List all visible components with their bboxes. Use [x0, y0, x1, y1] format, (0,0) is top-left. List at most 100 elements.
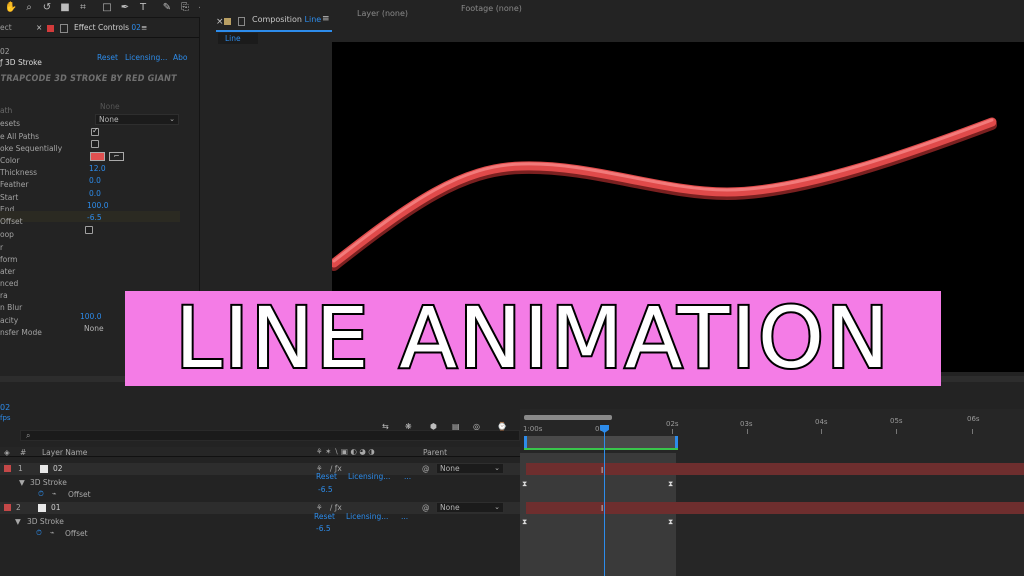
work-area-range[interactable]: [524, 436, 678, 448]
ruler-label: 06s: [967, 415, 980, 423]
keyframe-icon[interactable]: ⧗: [668, 517, 673, 527]
parent-dropdown[interactable]: None ⌄: [436, 502, 504, 513]
effect-name[interactable]: 3D Stroke: [30, 478, 67, 487]
transfer-mode-value[interactable]: None: [84, 324, 104, 333]
lock-icon[interactable]: [238, 17, 245, 26]
opacity-value[interactable]: 100.0: [80, 312, 101, 321]
end-value[interactable]: 100.0: [87, 201, 108, 210]
layer-name[interactable]: 01: [51, 503, 61, 512]
zoom-tool-icon[interactable]: ⌕: [22, 2, 36, 14]
licensing-link[interactable]: Licensing...: [125, 53, 167, 62]
track-area[interactable]: 1:00s 01s 02s 03s 04s 05s 06s ⧗ ⧗ ⧗ ⧗ I …: [520, 409, 1024, 576]
project-tab-label[interactable]: ect: [0, 23, 12, 32]
advanced-label[interactable]: nced: [0, 279, 18, 288]
motion-blur-label[interactable]: n Blur: [0, 303, 22, 312]
keyframe-icon[interactable]: ⧗: [522, 517, 527, 527]
pen-tool-icon[interactable]: ✒: [118, 2, 132, 14]
type-tool-icon[interactable]: T: [136, 2, 150, 14]
keyframe-marker-icon[interactable]: I: [601, 504, 603, 513]
camera-tool-icon[interactable]: ■: [58, 2, 72, 14]
layer-tab[interactable]: Layer (none): [357, 9, 408, 18]
stopwatch-icon[interactable]: ⏱: [38, 489, 44, 499]
draft-3d-icon[interactable]: ❋: [405, 422, 412, 431]
brush-tool-icon[interactable]: ✎: [160, 2, 174, 14]
offset-value[interactable]: -6.5: [87, 213, 102, 222]
shy-icon[interactable]: ⬢: [430, 422, 437, 431]
current-time-indicator[interactable]: [604, 429, 605, 576]
feather-value[interactable]: 0.0: [89, 176, 101, 185]
effect-expand-arrow[interactable]: ▼: [15, 517, 21, 526]
stopwatch-icon[interactable]: ⏱: [36, 528, 42, 538]
start-value[interactable]: 0.0: [89, 189, 101, 198]
ruler-label: 05s: [890, 417, 903, 425]
reset-link[interactable]: Reset: [97, 53, 118, 62]
pickwhip-icon[interactable]: @: [422, 464, 430, 473]
use-all-paths-checkbox[interactable]: [91, 126, 99, 136]
frame-blending-icon[interactable]: ▤: [452, 422, 460, 431]
effect-reset[interactable]: Reset: [314, 512, 335, 521]
effect-controls-tab-strip: ect × Effect Controls 02 ≡: [0, 18, 199, 38]
stroke-sequentially-checkbox[interactable]: [91, 140, 99, 148]
loop-checkbox[interactable]: [85, 226, 93, 234]
effect-controls-tab[interactable]: Effect Controls 02: [74, 23, 141, 32]
taper-label[interactable]: r: [0, 243, 3, 252]
parent-dropdown[interactable]: None ⌄: [436, 463, 504, 474]
effect-dots[interactable]: ...: [401, 512, 408, 521]
ruler-label: 1:00s: [523, 425, 543, 433]
footage-tab[interactable]: Footage (none): [461, 4, 522, 13]
layer-search-input[interactable]: ⌕: [20, 430, 520, 441]
composition-tab[interactable]: Composition Line: [252, 15, 321, 24]
pickwhip-icon[interactable]: @: [422, 503, 430, 512]
comp-breadcrumb[interactable]: Line: [218, 33, 258, 44]
ruler-tick: [747, 429, 748, 434]
transform-label[interactable]: form: [0, 255, 18, 264]
about-link[interactable]: Abo: [173, 53, 187, 62]
thickness-value[interactable]: 12.0: [89, 164, 106, 173]
hand-tool-icon[interactable]: ✋: [4, 2, 18, 14]
graph-icon[interactable]: ⌁: [52, 489, 57, 498]
effect-licensing[interactable]: Licensing...: [346, 512, 388, 521]
panel-menu-icon[interactable]: ≡: [322, 14, 330, 24]
effect-dots[interactable]: ...: [404, 472, 411, 481]
effect-licensing[interactable]: Licensing...: [348, 472, 390, 481]
layer-name[interactable]: 02: [53, 464, 63, 473]
fx-icon[interactable]: ƒ: [0, 58, 3, 67]
close-tab-icon[interactable]: ×: [36, 23, 42, 32]
graph-editor-icon[interactable]: ⌚: [497, 422, 507, 431]
layer-switches[interactable]: ⚘ ∕ ƒx: [316, 503, 342, 512]
property-name: Offset: [68, 490, 91, 499]
lock-icon[interactable]: [60, 24, 68, 33]
property-value[interactable]: -6.5: [316, 524, 331, 533]
eyedropper-icon[interactable]: ⌐: [109, 152, 124, 161]
clone-tool-icon[interactable]: ⎘: [178, 2, 192, 14]
timeline-comp-name[interactable]: 02: [0, 403, 10, 412]
color-label: Color: [0, 156, 20, 165]
property-value[interactable]: -6.5: [318, 485, 333, 494]
work-area-bar[interactable]: [524, 415, 612, 420]
motion-blur-icon[interactable]: ◎: [473, 422, 480, 431]
keyframe-icon[interactable]: ⧗: [522, 479, 527, 489]
camera-label[interactable]: ra: [0, 291, 8, 300]
timeline-layer-row[interactable]: 2 01 ⚘ ∕ ƒx @ None ⌄: [0, 502, 520, 514]
presets-label: esets: [0, 119, 20, 128]
timeline-layer-row[interactable]: 1 02 ⚘ ∕ ƒx @ None ⌄: [0, 463, 520, 475]
effect-header[interactable]: ƒ 3D Stroke: [0, 58, 42, 67]
keyframe-marker-icon[interactable]: I: [601, 466, 603, 475]
keyframe-icon[interactable]: ⧗: [668, 479, 673, 489]
panel-menu-icon[interactable]: ≡: [141, 23, 147, 32]
layer-label-color[interactable]: [4, 504, 11, 511]
graph-icon[interactable]: ⌁: [50, 528, 55, 537]
close-tab-icon[interactable]: ×: [216, 17, 224, 27]
rotate-tool-icon[interactable]: ↺: [40, 2, 54, 14]
layer-label-color[interactable]: [4, 465, 11, 472]
render-queue-icon[interactable]: ⇆: [382, 422, 389, 431]
effect-name[interactable]: 3D Stroke: [27, 517, 64, 526]
effect-reset[interactable]: Reset: [316, 472, 337, 481]
rectangle-tool-icon[interactable]: □: [100, 2, 114, 14]
color-swatch[interactable]: [90, 152, 105, 161]
presets-dropdown[interactable]: None ⌄: [95, 114, 179, 125]
repeater-label[interactable]: ater: [0, 267, 15, 276]
pan-behind-tool-icon[interactable]: ⌗: [76, 2, 90, 14]
effect-expand-arrow[interactable]: ▼: [19, 478, 25, 487]
layer-header: ◈ # Layer Name ⚘ ✶ ∖ ▣ ◐ ◕ ◑ Parent: [0, 447, 520, 457]
